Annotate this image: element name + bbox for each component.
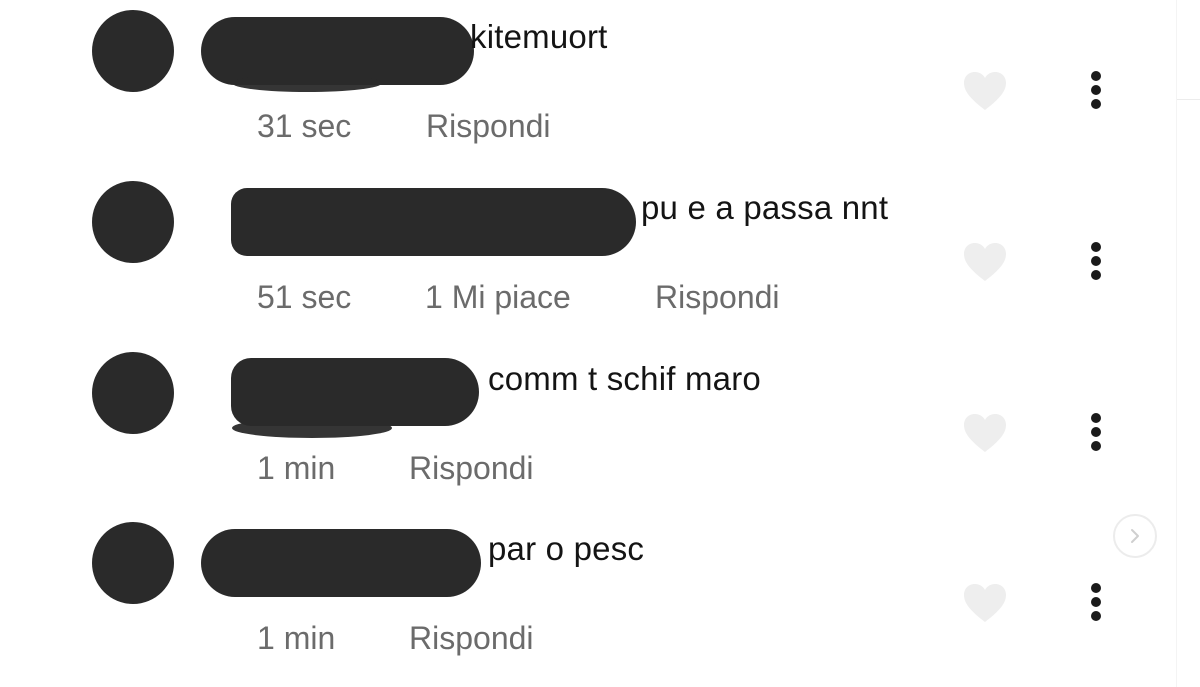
comment-item: kitemuort 31 sec Rispondi	[0, 0, 1176, 170]
comment-text: kitemuort	[470, 18, 608, 55]
avatar[interactable]	[92, 181, 174, 263]
like-count[interactable]: 1 Mi piace	[425, 279, 571, 316]
avatar[interactable]	[92, 10, 174, 92]
avatar[interactable]	[92, 352, 174, 434]
comment-item: comm t schif maro 1 min Rispondi	[0, 342, 1176, 512]
next-button[interactable]	[1113, 514, 1157, 558]
heart-icon[interactable]	[962, 241, 1008, 283]
heart-icon[interactable]	[962, 70, 1008, 112]
heart-icon[interactable]	[962, 412, 1008, 454]
comment-time: 31 sec	[257, 108, 352, 144]
redaction-smudge	[232, 418, 392, 438]
redacted-username	[231, 358, 479, 426]
side-divider	[1176, 0, 1177, 687]
avatar[interactable]	[92, 522, 174, 604]
reply-button[interactable]: Rispondi	[409, 450, 534, 487]
comment-text: comm t schif maro	[488, 360, 761, 397]
chevron-right-icon	[1131, 529, 1139, 543]
more-options-icon[interactable]	[1082, 580, 1110, 624]
more-options-icon[interactable]	[1082, 239, 1110, 283]
comment-item: pu e a passa nnt 51 sec 1 Mi piace Rispo…	[0, 171, 1176, 341]
comment-time: 51 sec	[257, 279, 352, 315]
comment-time: 1 min	[257, 450, 336, 486]
more-options-icon[interactable]	[1082, 410, 1110, 454]
more-options-icon[interactable]	[1082, 68, 1110, 112]
redaction-smudge	[232, 74, 382, 92]
redacted-username	[201, 529, 481, 597]
comment-item: par o pesc 1 min Rispondi	[0, 512, 1176, 682]
reply-button[interactable]: Rispondi	[426, 108, 551, 145]
comment-time: 1 min	[257, 620, 336, 656]
comment-text: par o pesc	[488, 530, 645, 567]
reply-button[interactable]: Rispondi	[655, 279, 780, 316]
comment-text: pu e a passa nnt	[641, 189, 889, 226]
reply-button[interactable]: Rispondi	[409, 620, 534, 657]
heart-icon[interactable]	[962, 582, 1008, 624]
redacted-username	[231, 188, 636, 256]
side-divider-tick	[1177, 99, 1200, 100]
